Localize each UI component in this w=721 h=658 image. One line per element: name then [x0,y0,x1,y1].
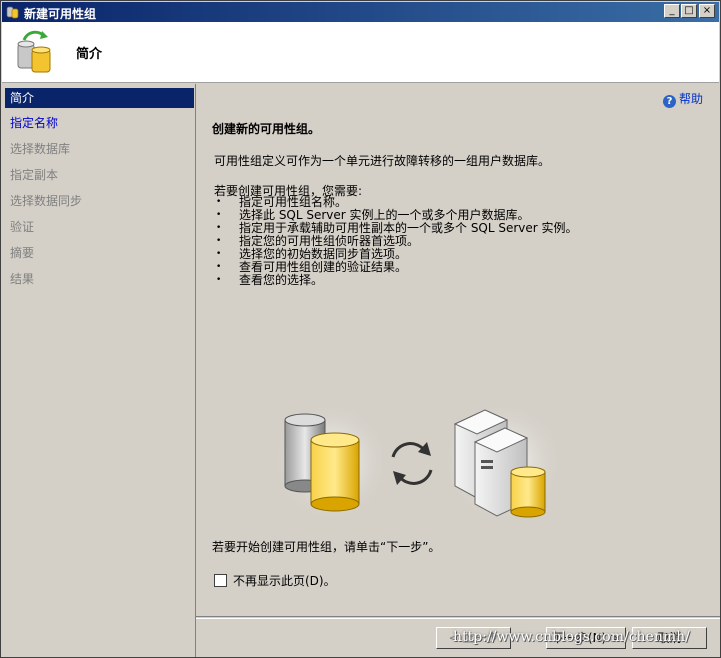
help-icon: ? [662,95,676,108]
dont-show-again-row[interactable]: 不再显示此页(D)。 [214,572,336,589]
close-button[interactable]: × [699,4,715,18]
nav-item-specify-replicas: 指定副本 [10,168,59,182]
availability-group-icon [17,30,51,73]
wizard-nav: 简介 指定名称 选择数据库 指定副本 选择数据同步 验证 摘要 结果 [2,84,196,657]
sync-illustration [275,402,565,522]
window-title: 新建可用性组 [24,7,97,21]
maximize-button[interactable]: □ [681,4,697,18]
watermark: http://www.cnblogs.com/chenmh/ [453,629,690,645]
help-link[interactable]: ? 帮助 [662,90,703,108]
minimize-button[interactable]: _ [664,4,680,18]
nav-item-intro[interactable]: 简介 [5,88,194,108]
wizard-window: 新建可用性组 _ □ × 简介 简介 指定名称 选择数据库 指定副本 选择数据同… [0,0,721,658]
wizard-content: ? 帮助 创建新的可用性组。 可用性组定义可作为一个单元进行故障转移的一组用户数据… [197,84,719,616]
nav-item-data-sync: 选择数据同步 [10,194,83,208]
app-icon [6,6,19,19]
footer-divider [196,618,720,619]
start-instruction: 若要开始创建可用性组，请单击“下一步”。 [212,540,441,554]
content-heading: 创建新的可用性组。 [212,122,321,136]
nav-item-validation: 验证 [10,220,35,234]
title-bar[interactable]: 新建可用性组 _ □ × [2,2,719,22]
nav-item-select-databases: 选择数据库 [10,142,71,156]
nav-item-results: 结果 [10,272,35,286]
requirements-list: 指定可用性组名称。 选择此 SQL Server 实例上的一个或多个用户数据库。… [216,196,578,288]
page-title: 简介 [76,47,103,62]
content-description: 可用性组定义可作为一个单元进行故障转移的一组用户数据库。 [214,154,551,168]
list-item: 查看您的选择。 [216,274,578,288]
help-label: 帮助 [678,92,703,106]
nav-item-summary: 摘要 [10,246,35,260]
dont-show-again-checkbox[interactable] [214,574,227,587]
nav-item-specify-name[interactable]: 指定名称 [5,113,194,133]
wizard-header: 简介 [2,22,719,83]
dont-show-again-label: 不再显示此页(D)。 [233,574,336,588]
